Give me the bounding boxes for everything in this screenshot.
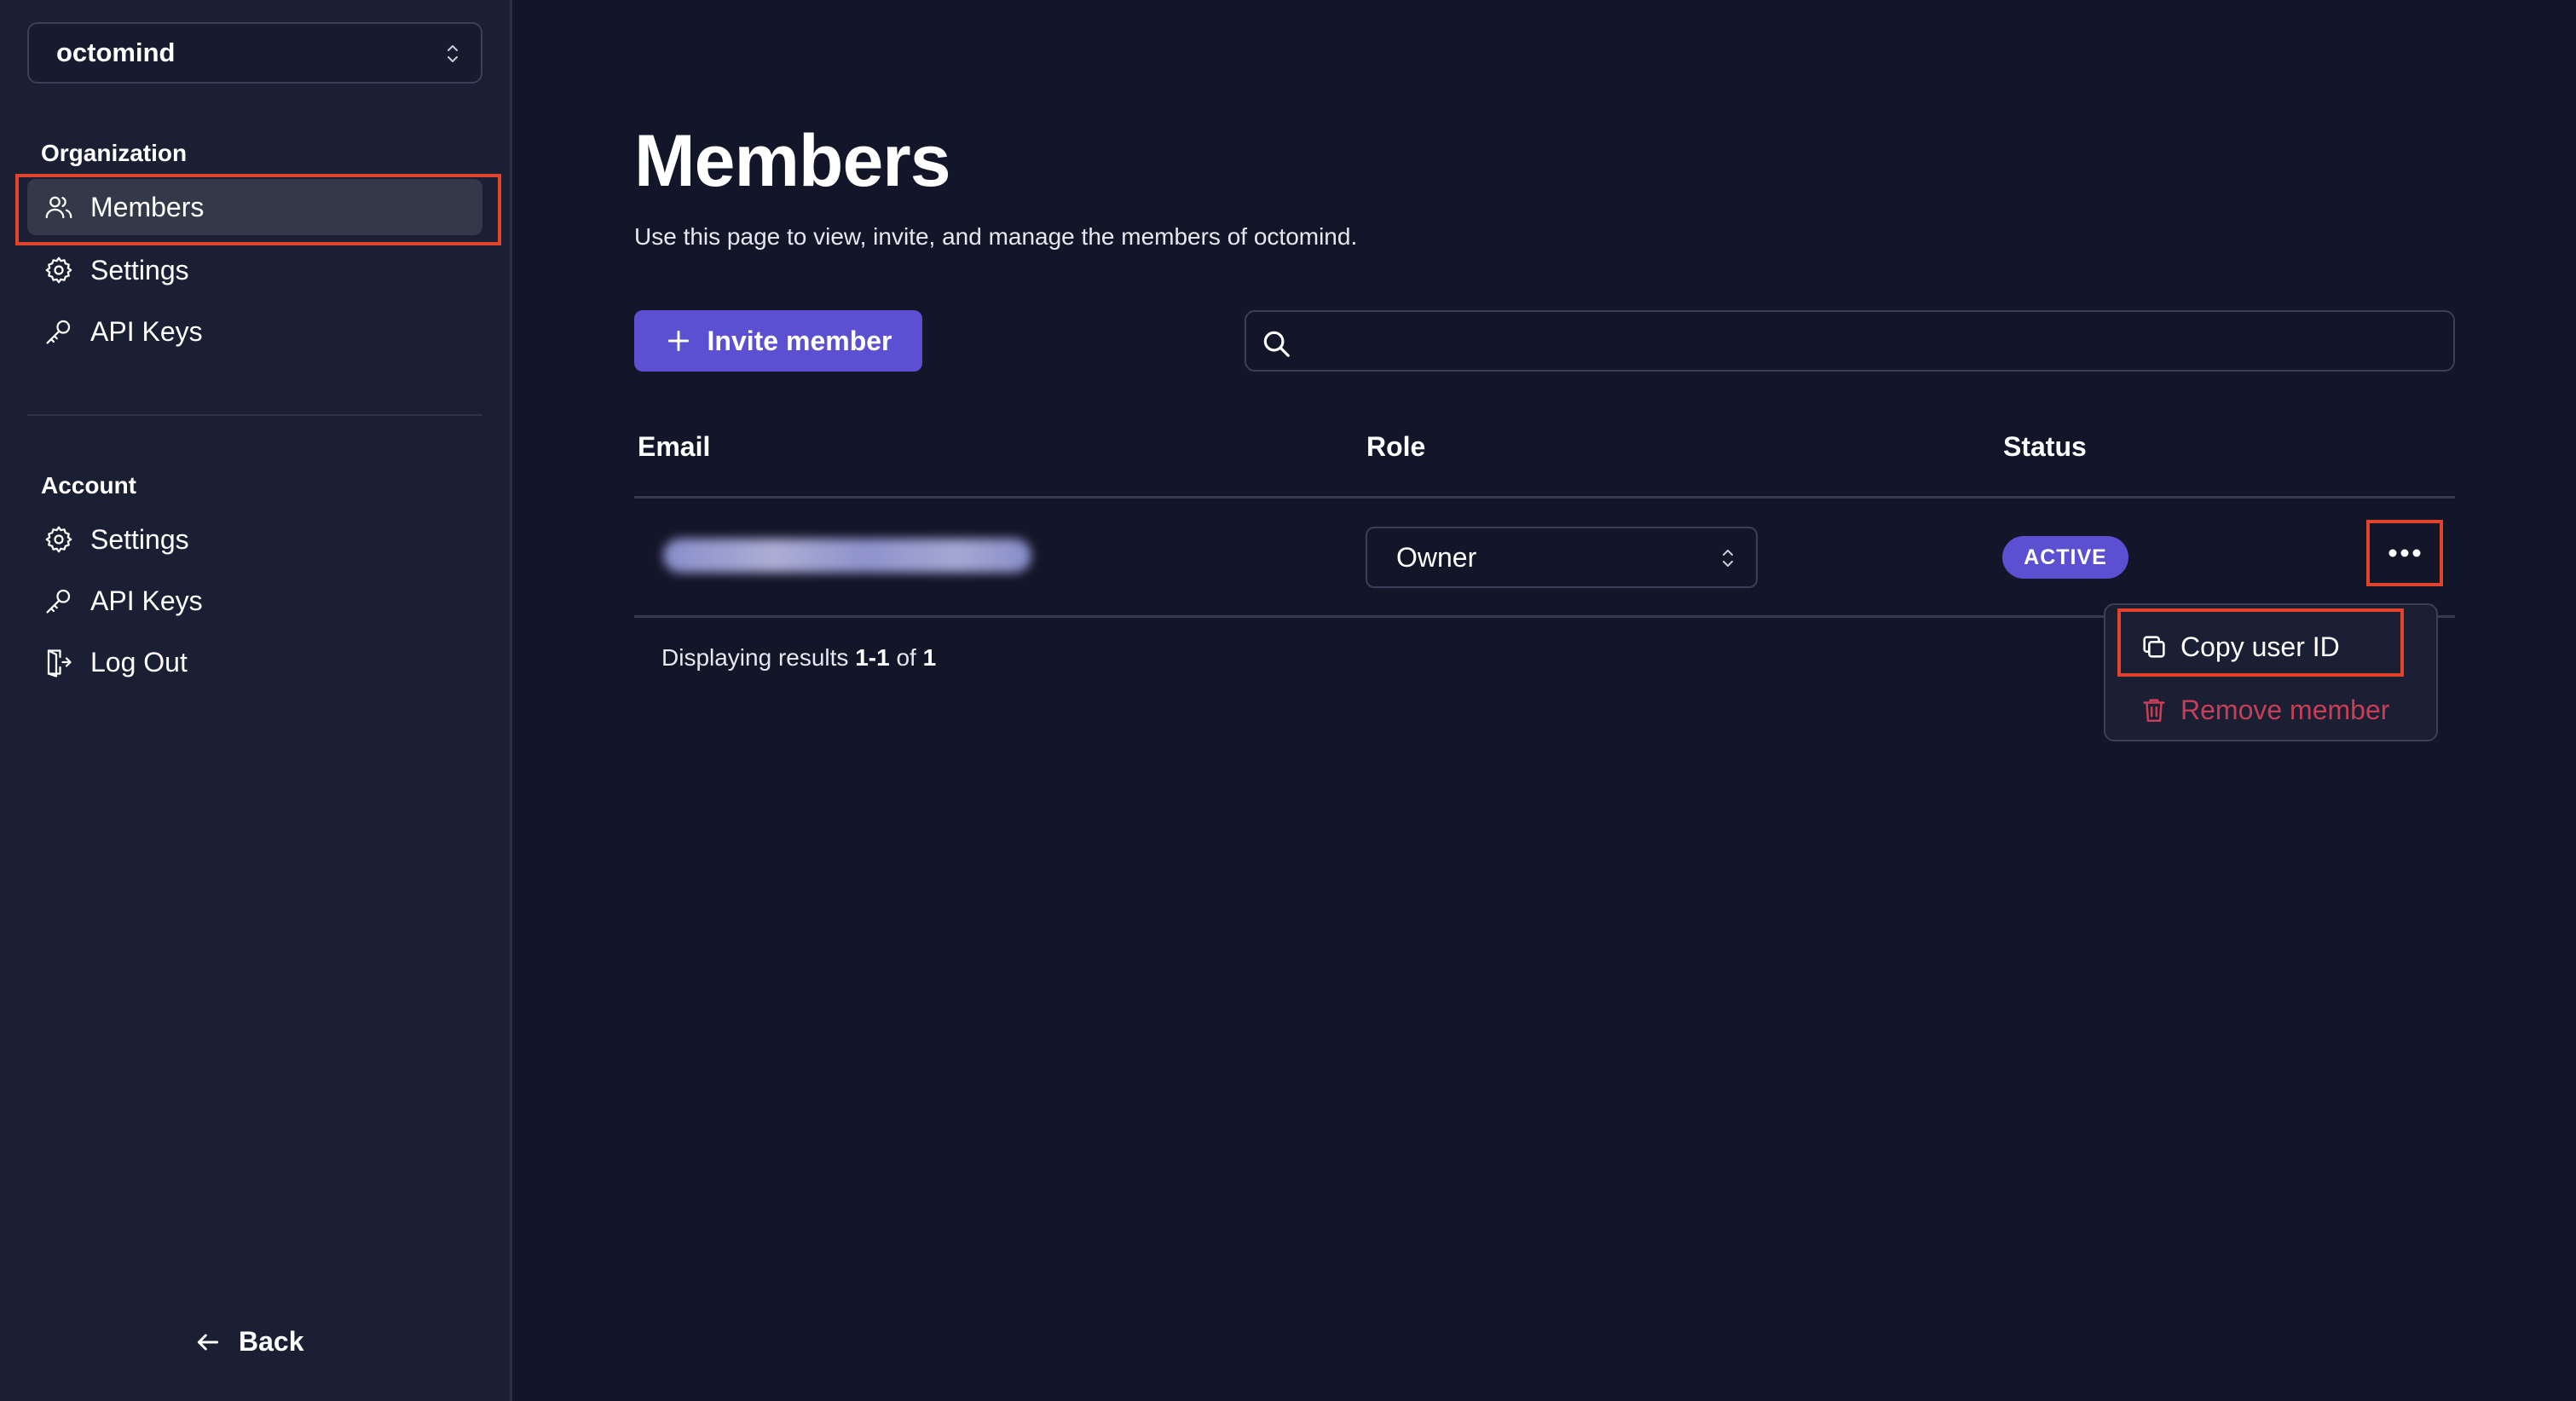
chevron-updown-icon (448, 45, 458, 62)
results-summary: Displaying results 1-1 of 1 (661, 644, 936, 672)
org-selector[interactable]: octomind (27, 22, 482, 84)
row-actions-menu: Copy user ID Remove member (2104, 603, 2438, 741)
email-cell-redacted (663, 539, 1031, 573)
remove-member-menu-item[interactable]: Remove member (2121, 685, 2421, 735)
column-header-role: Role (1366, 431, 1426, 462)
gear-icon (43, 254, 75, 286)
key-icon (43, 585, 75, 617)
key-icon (43, 315, 75, 348)
copy-user-id-label: Copy user ID (2180, 631, 2340, 662)
role-select-value: Owner (1396, 541, 1477, 573)
results-total: 1 (922, 644, 937, 671)
sidebar-divider (27, 414, 482, 416)
users-icon (43, 191, 75, 223)
remove-member-label: Remove member (2180, 694, 2390, 725)
results-range: 1-1 (855, 644, 890, 671)
plus-icon (667, 330, 689, 352)
app: octomind Organization Members Settings A… (0, 0, 2576, 1401)
back-label: Back (239, 1326, 304, 1357)
sidebar-item-label: Settings (90, 254, 189, 285)
status-badge: ACTIVE (2002, 536, 2128, 579)
sidebar-item-log-out[interactable]: Log Out (27, 634, 482, 690)
sidebar-item-org-api-keys[interactable]: API Keys (27, 303, 482, 360)
page-description: Use this page to view, invite, and manag… (634, 223, 1358, 250)
gear-icon (43, 523, 75, 556)
invite-member-label: Invite member (707, 325, 892, 356)
copy-icon (2143, 636, 2165, 658)
sidebar-item-label: API Keys (90, 315, 203, 347)
sidebar-item-account-settings[interactable]: Settings (27, 511, 482, 568)
results-of: of (896, 644, 916, 671)
copy-user-id-menu-item[interactable]: Copy user ID (2121, 622, 2421, 672)
sidebar: octomind Organization Members Settings A… (0, 0, 512, 1401)
sidebar-item-label: Settings (90, 523, 189, 555)
page-title: Members (634, 120, 951, 202)
results-prefix: Displaying results (661, 644, 849, 671)
table-header-divider (634, 496, 2455, 499)
row-actions-button[interactable] (2366, 520, 2443, 586)
trash-icon (2143, 699, 2165, 723)
org-selector-label: octomind (56, 37, 176, 67)
search-icon (1263, 331, 1290, 357)
section-label-organization: Organization (41, 140, 188, 166)
sidebar-item-label: Members (90, 191, 205, 222)
chevron-updown-icon (1723, 550, 1733, 567)
column-header-email: Email (638, 431, 711, 462)
back-button[interactable]: Back (194, 1326, 304, 1358)
column-header-status: Status (2003, 431, 2087, 462)
logout-icon (43, 646, 75, 678)
arrow-left-icon (197, 1334, 219, 1350)
sidebar-item-org-settings[interactable]: Settings (27, 242, 482, 298)
more-horizontal-icon (2388, 549, 2421, 557)
role-select[interactable]: Owner (1366, 527, 1758, 588)
invite-member-button[interactable]: Invite member (634, 310, 922, 372)
sidebar-item-label: Log Out (90, 646, 188, 677)
search-field[interactable] (1245, 310, 2455, 372)
sidebar-item-account-api-keys[interactable]: API Keys (27, 573, 482, 629)
sidebar-item-members[interactable]: Members (27, 179, 482, 235)
section-label-account: Account (41, 472, 136, 499)
search-input[interactable] (1306, 320, 2440, 363)
sidebar-item-label: API Keys (90, 585, 203, 616)
